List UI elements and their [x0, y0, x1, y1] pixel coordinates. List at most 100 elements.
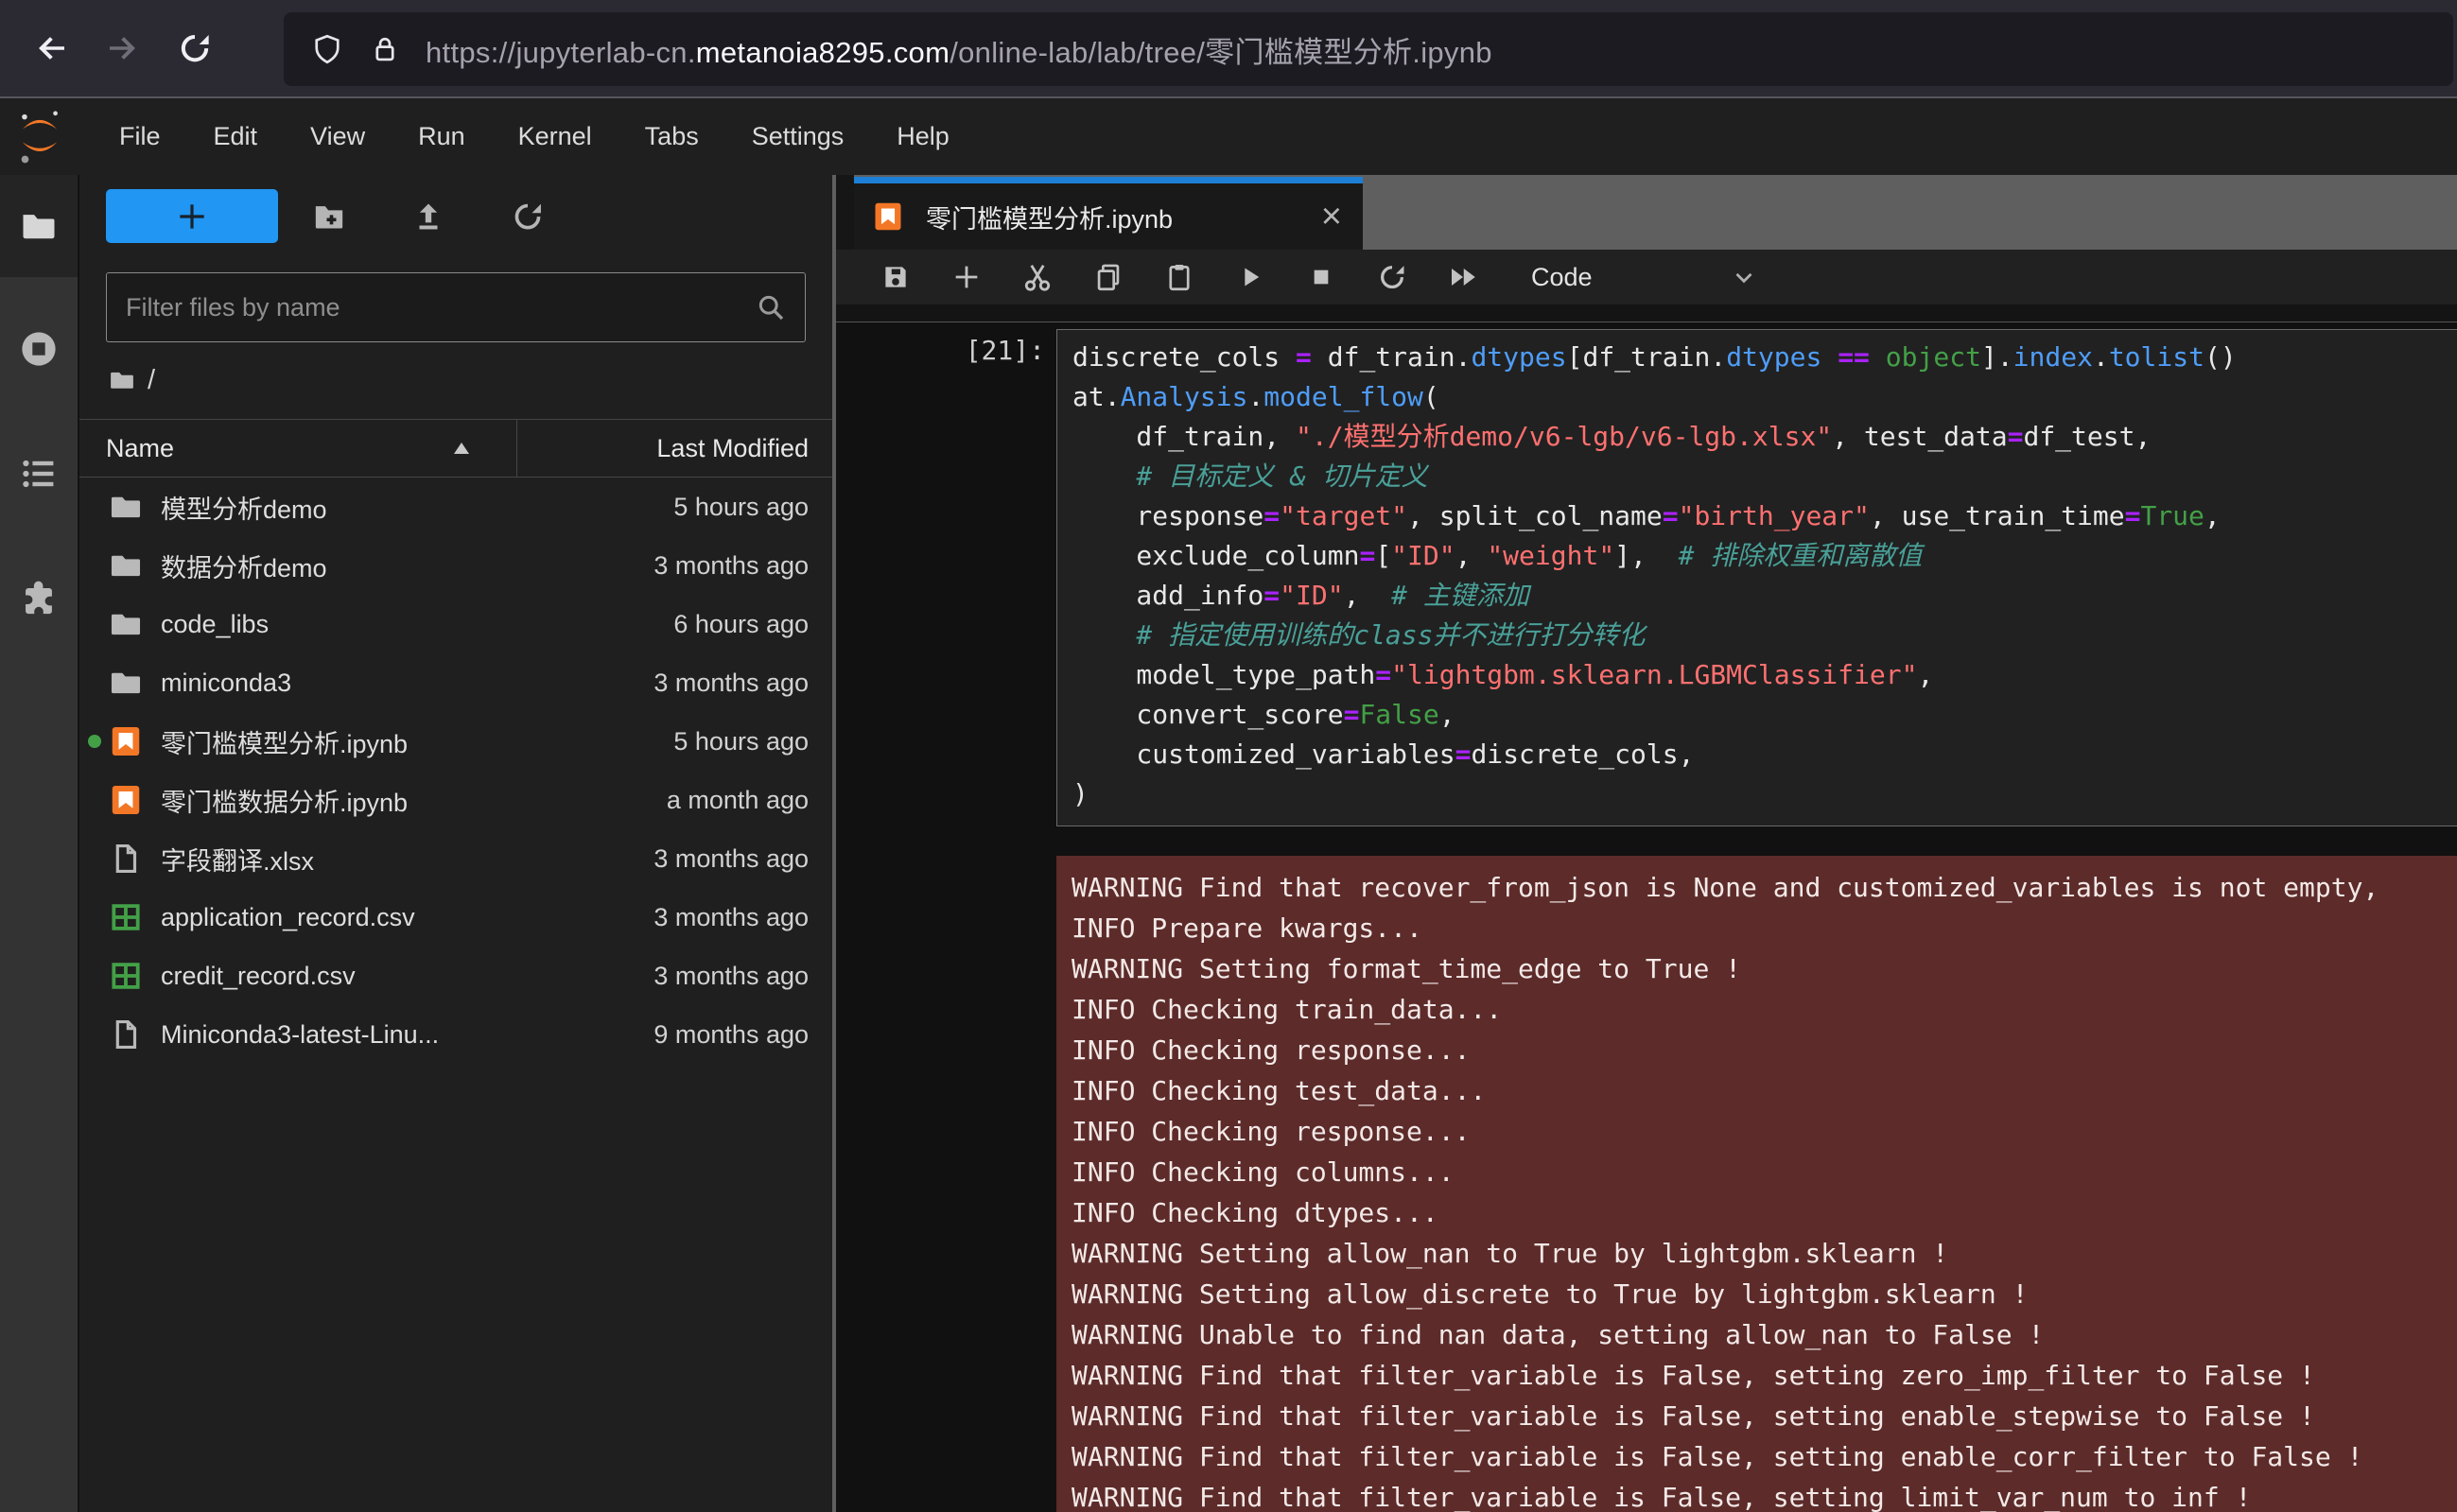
upload-button[interactable] — [404, 192, 453, 241]
jupyterlab-menubar: FileEditViewRunKernelTabsSettingsHelp — [0, 98, 2457, 175]
table-of-contents-icon — [18, 453, 60, 495]
insert-button[interactable] — [931, 250, 1002, 304]
save-button[interactable] — [860, 250, 931, 304]
browser-back-button[interactable] — [15, 14, 87, 82]
file-row[interactable]: 字段翻译.xlsx3 months ago — [79, 829, 832, 888]
file-row[interactable]: miniconda33 months ago — [79, 653, 832, 712]
menu-items: FileEditViewRunKernelTabsSettingsHelp — [93, 98, 976, 175]
csv-icon — [106, 899, 146, 935]
toolbar-buttons — [860, 250, 1498, 304]
sidebar-tab-running-sessions[interactable] — [0, 298, 78, 400]
filter-files-input[interactable] — [107, 293, 754, 322]
output-line: WARNING Find that filter_variable is Fal… — [1072, 1396, 2457, 1436]
menu-item-tabs[interactable]: Tabs — [619, 98, 725, 175]
file-row[interactable]: credit_record.csv3 months ago — [79, 947, 832, 1005]
new-folder-icon — [310, 198, 348, 235]
code-cell-editor[interactable]: discrete_cols = df_train.dtypes[df_train… — [1056, 329, 2457, 826]
sidebar-tab-extensions[interactable] — [0, 547, 78, 650]
cut-button[interactable] — [1002, 250, 1072, 304]
file-row[interactable]: 模型分析demo5 hours ago — [79, 478, 832, 536]
file-name: 零门槛模型分析.ipynb — [161, 723, 673, 760]
menu-item-run[interactable]: Run — [392, 98, 492, 175]
menu-item-file[interactable]: File — [93, 98, 187, 175]
file-browser-panel: / Name Last Modified 模型分析demo5 hours ago… — [79, 175, 832, 1512]
output-line: WARNING Unable to find nan data, setting… — [1072, 1314, 2457, 1355]
sort-ascending-icon — [452, 441, 471, 456]
output-line: WARNING Setting format_time_edge to True… — [1072, 948, 2457, 989]
output-line: INFO Checking train_data... — [1072, 989, 2457, 1030]
output-line: WARNING Find that recover_from_json is N… — [1072, 867, 2457, 908]
breadcrumb-root[interactable]: / — [148, 365, 155, 396]
shield-icon[interactable] — [310, 32, 344, 66]
paste-button[interactable] — [1143, 250, 1214, 304]
new-folder-button[interactable] — [305, 192, 354, 241]
notebook-file-icon — [871, 200, 905, 234]
file-modified: 3 months ago — [653, 551, 809, 581]
notebook-panel: 零门槛模型分析.ipynb × Code [21]: discrete_cols… — [836, 175, 2457, 1512]
file-modified: 5 hours ago — [673, 493, 809, 522]
file-row[interactable]: 数据分析demo3 months ago — [79, 536, 832, 595]
file-row[interactable]: Miniconda3-latest-Linu...9 months ago — [79, 1005, 832, 1064]
file-row[interactable]: 零门槛数据分析.ipynba month ago — [79, 771, 832, 829]
chevron-down-icon[interactable] — [1730, 263, 1758, 291]
code-line: convert_score=False, — [1072, 695, 2457, 735]
lock-icon[interactable] — [369, 33, 401, 65]
code-line: ) — [1072, 774, 2457, 814]
cell-type-dropdown[interactable]: Code — [1531, 263, 1593, 292]
code-line: discrete_cols = df_train.dtypes[df_train… — [1072, 338, 2457, 377]
home-folder-icon[interactable] — [108, 366, 136, 394]
file-name: code_libs — [161, 610, 673, 639]
folder-icon — [106, 547, 146, 583]
output-line: INFO Checking response... — [1072, 1030, 2457, 1070]
tab-title: 零门槛模型分析.ipynb — [926, 199, 1173, 235]
file-list-header: Name Last Modified — [79, 419, 832, 478]
cell-execution-prompt: [21]: — [936, 335, 1045, 366]
output-line: WARNING Find that filter_variable is Fal… — [1072, 1477, 2457, 1512]
browser-reload-button[interactable] — [159, 14, 231, 82]
menu-item-edit[interactable]: Edit — [187, 98, 285, 175]
menu-item-settings[interactable]: Settings — [725, 98, 871, 175]
upload-icon — [410, 199, 446, 235]
url-scheme: https://jupyterlab-cn. — [426, 36, 696, 69]
menu-item-help[interactable]: Help — [870, 98, 976, 175]
browser-toolbar: https://jupyterlab-cn.metanoia8295.com/o… — [0, 0, 2457, 98]
refresh-button[interactable] — [503, 192, 552, 241]
code-line: exclude_column=["ID", "weight"], # 排除权重和… — [1072, 536, 2457, 576]
file-name: miniconda3 — [161, 669, 653, 698]
run-button[interactable] — [1214, 250, 1285, 304]
code-line: add_info="ID", # 主键添加 — [1072, 576, 2457, 616]
file-row[interactable]: 零门槛模型分析.ipynb5 hours ago — [79, 712, 832, 771]
restart-icon — [1376, 261, 1408, 293]
paste-icon — [1163, 261, 1195, 293]
file-name: 零门槛数据分析.ipynb — [161, 782, 667, 819]
copy-icon — [1092, 261, 1124, 293]
notebook-toolbar: Code — [836, 250, 2457, 304]
stop-button[interactable] — [1285, 250, 1356, 304]
output-line: INFO Checking columns... — [1072, 1152, 2457, 1192]
output-line: INFO Checking dtypes... — [1072, 1192, 2457, 1233]
toolbar-separator — [836, 304, 2457, 322]
copy-button[interactable] — [1072, 250, 1143, 304]
restart-button[interactable] — [1356, 250, 1427, 304]
notebook-tab[interactable]: 零门槛模型分析.ipynb × — [854, 177, 1363, 250]
file-name: 模型分析demo — [161, 489, 673, 526]
sidebar-tab-table-of-contents[interactable] — [0, 423, 78, 525]
new-launcher-button[interactable] — [106, 189, 278, 243]
browser-forward-button[interactable] — [87, 14, 159, 82]
output-line: INFO Checking response... — [1072, 1111, 2457, 1152]
file-modified: a month ago — [667, 786, 809, 815]
menu-item-kernel[interactable]: Kernel — [492, 98, 619, 175]
url-bar[interactable]: https://jupyterlab-cn.metanoia8295.com/o… — [284, 12, 2453, 86]
jupyter-logo-icon — [15, 108, 64, 166]
file-row[interactable]: application_record.csv3 months ago — [79, 888, 832, 947]
file-row[interactable]: code_libs6 hours ago — [79, 595, 832, 653]
run-all-button[interactable] — [1427, 250, 1498, 304]
sidebar-tab-file-browser[interactable] — [0, 175, 78, 277]
column-header-name[interactable]: Name — [106, 420, 174, 477]
folder-icon — [106, 606, 146, 642]
menu-item-view[interactable]: View — [284, 98, 392, 175]
column-header-modified[interactable]: Last Modified — [656, 420, 809, 477]
tab-close-icon[interactable]: × — [1321, 199, 1342, 235]
file-browser-icon — [18, 205, 60, 247]
output-line: WARNING Find that filter_variable is Fal… — [1072, 1436, 2457, 1477]
